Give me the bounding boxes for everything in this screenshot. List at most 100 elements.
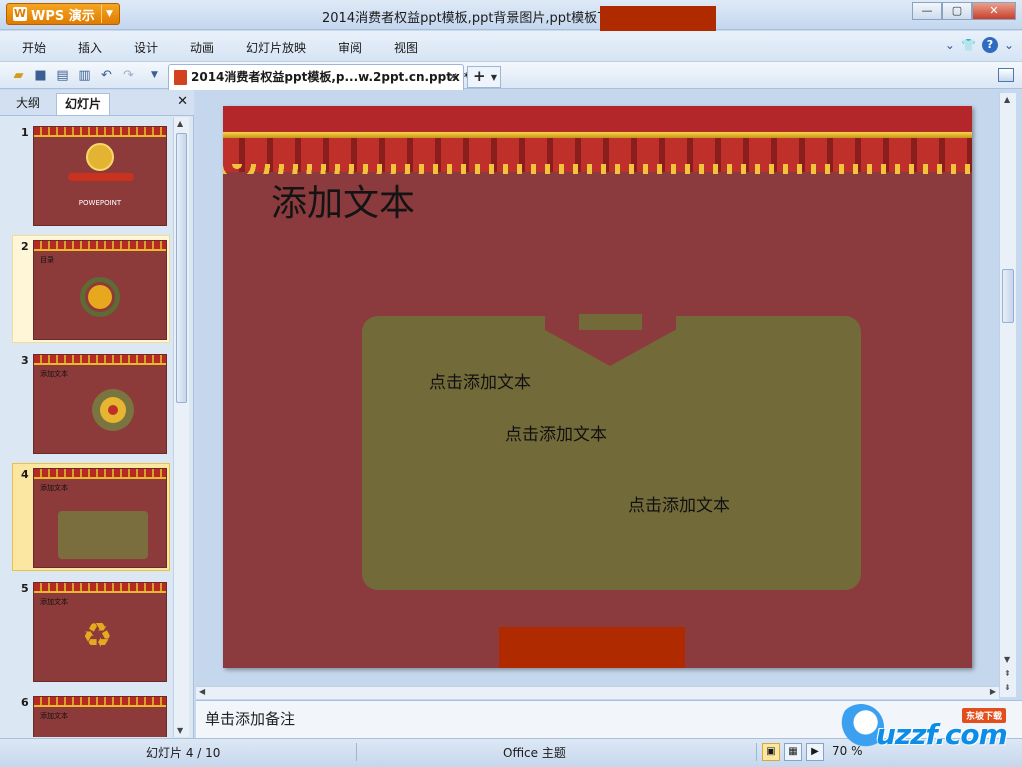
tab-slides[interactable]: 幻灯片	[56, 93, 111, 115]
watermark-tag: 东坡下载	[962, 708, 1007, 723]
menu-slideshow[interactable]: 幻灯片放映	[246, 39, 306, 56]
vertical-scrollbar[interactable]: ▲ ▼ ⇞ ⇟	[999, 93, 1016, 697]
tab-outline[interactable]: 大纲	[8, 93, 48, 115]
scrollbar-thumb[interactable]	[176, 133, 187, 403]
slide-thumbnail-5[interactable]: 5 添加文本 ♻	[12, 577, 170, 685]
help-icon[interactable]: ?	[981, 37, 998, 53]
divider	[756, 743, 757, 761]
thumb-title: 目录	[40, 256, 54, 264]
wps-app-menu-button[interactable]: W WPS 演示 ▼	[6, 3, 120, 25]
menu-insert[interactable]: 插入	[78, 39, 102, 56]
recycle-icon: ♻	[82, 616, 113, 656]
redacted-block	[499, 627, 685, 668]
chevron-down-icon[interactable]: ⌄	[945, 38, 955, 52]
chevron-down-icon[interactable]: ▼	[146, 67, 163, 84]
slide-number: 6	[21, 696, 29, 709]
skin-shirt-icon[interactable]: 👕	[961, 38, 976, 52]
normal-view-icon[interactable]: ▣	[762, 743, 780, 761]
slide-preview: 添加文本	[33, 468, 167, 568]
menu-right-controls: ⌄ 👕 ? ⌄	[945, 37, 1014, 53]
print-preview-icon[interactable]: ▥	[76, 67, 93, 84]
text-placeholder-3[interactable]: 点击添加文本	[628, 491, 730, 516]
scroll-right-icon[interactable]: ▶	[990, 687, 996, 696]
slide-thumbnail-1[interactable]: 1 POWEPOINT	[12, 121, 170, 229]
title-bar: W WPS 演示 ▼ 2014消费者权益ppt模板,ppt背景图片,ppt模板下…	[0, 0, 1022, 32]
app-name: WPS 演示	[31, 8, 95, 24]
text-placeholder-1[interactable]: 点击添加文本	[429, 368, 531, 393]
horizontal-scrollbar[interactable]: ◀ ▶	[196, 686, 999, 699]
scroll-down-icon[interactable]: ▼	[177, 726, 183, 735]
slide-preview: 添加文本	[33, 354, 167, 454]
panel-tabs: 大纲 幻灯片 ✕	[0, 90, 194, 116]
thumb-title: 添加文本	[40, 484, 68, 492]
quick-access-toolbar: ▰ ■ ▤ ▥ ↶ ↷ ▼ 2014消费者权益ppt模板,p...w.2ppt.…	[0, 61, 1022, 90]
window-title: 2014消费者权益ppt模板,ppt背景图片,ppt模板下载-	[322, 11, 628, 26]
thumbnail-scrollbar[interactable]: ▲ ▼	[173, 117, 189, 737]
previous-slide-icon[interactable]: ⇞	[1004, 669, 1011, 678]
close-panel-icon[interactable]: ✕	[177, 94, 188, 109]
document-tab-label: 2014消费者权益ppt模板,p...w.2ppt.cn.pptx *	[191, 70, 471, 84]
divider	[356, 743, 357, 761]
redacted-block	[600, 6, 716, 32]
save-icon[interactable]: ■	[32, 67, 49, 84]
slide-preview: 添加文本 ♻	[33, 582, 167, 682]
window-controls: — ▢ ✕	[912, 2, 1016, 20]
text-placeholder-2[interactable]: 点击添加文本	[505, 420, 607, 445]
arrow-stem	[579, 314, 642, 330]
uzzf-watermark-logo: uzzf.com 东坡下载	[838, 704, 1018, 756]
slideshow-view-icon[interactable]: ▶	[806, 743, 824, 761]
slide-preview: 目录	[33, 240, 167, 340]
next-slide-icon[interactable]: ⇟	[1004, 683, 1011, 692]
chevron-down-icon: ▼	[490, 73, 497, 82]
close-button[interactable]: ✕	[972, 2, 1016, 20]
open-folder-icon[interactable]: ▰	[10, 67, 27, 84]
slide-sorter-view-icon[interactable]: ▦	[784, 743, 802, 761]
thumb-title: 添加文本	[40, 712, 68, 720]
print-icon[interactable]: ▤	[54, 67, 71, 84]
notes-placeholder[interactable]: 单击添加备注	[205, 708, 295, 729]
arrow-notch-right	[642, 314, 676, 330]
slide-position: 幻灯片 4 / 10	[146, 746, 221, 760]
slide-thumbnail-list: 1 POWEPOINT 2 目录 3 添加文本 4 添加文本 5 添加文本 ♻ …	[0, 117, 172, 737]
thumb-title: 添加文本	[40, 598, 68, 606]
menu-animation[interactable]: 动画	[190, 39, 214, 56]
slide-number: 5	[21, 582, 29, 595]
scroll-up-icon[interactable]: ▲	[177, 119, 183, 128]
document-tab[interactable]: 2014消费者权益ppt模板,p...w.2ppt.cn.pptx * ✕	[168, 64, 470, 90]
slide-preview: POWEPOINT	[33, 126, 167, 226]
chevron-down-icon: ▼	[101, 5, 117, 23]
slide-thumbnail-4[interactable]: 4 添加文本	[12, 463, 170, 571]
maximize-button[interactable]: ▢	[942, 2, 972, 20]
scrollbar-thumb[interactable]	[1002, 269, 1014, 323]
menu-bar: 开始 插入 设计 动画 幻灯片放映 审阅 视图 ⌄ 👕 ? ⌄	[0, 31, 1022, 61]
menu-review[interactable]: 审阅	[338, 39, 362, 56]
menu-view[interactable]: 视图	[394, 39, 418, 56]
pptx-file-icon	[174, 70, 187, 85]
minimize-button[interactable]: —	[912, 2, 942, 20]
close-tab-icon[interactable]: ✕	[448, 65, 458, 89]
curtain-top-band	[223, 106, 972, 132]
arrow-notch-left	[545, 314, 579, 330]
menu-home[interactable]: 开始	[22, 39, 46, 56]
thumb-title: 添加文本	[40, 370, 68, 378]
redo-icon[interactable]: ↷	[120, 67, 137, 84]
down-arrow-shape	[545, 330, 675, 366]
curtain-scallop-trim	[223, 164, 972, 174]
slides-panel: 大纲 幻灯片 ✕ 1 POWEPOINT 2 目录 3 添加文本 4 添加文本 …	[0, 90, 194, 738]
slide-thumbnail-3[interactable]: 3 添加文本	[12, 349, 170, 457]
scroll-up-icon[interactable]: ▲	[1004, 95, 1010, 104]
current-slide[interactable]: 添加文本 点击添加文本 点击添加文本 点击添加文本	[223, 106, 972, 668]
slide-thumbnail-6[interactable]: 6 添加文本	[12, 691, 170, 737]
slide-thumbnail-2[interactable]: 2 目录	[12, 235, 170, 343]
undo-icon[interactable]: ↶	[98, 67, 115, 84]
thumb-caption: POWEPOINT	[78, 199, 122, 207]
slide-preview: 添加文本	[33, 696, 167, 737]
chevron-down-icon[interactable]: ⌄	[1004, 38, 1014, 52]
menu-design[interactable]: 设计	[134, 39, 158, 56]
scroll-down-icon[interactable]: ▼	[1004, 655, 1010, 664]
new-tab-button[interactable]: + ▼	[467, 66, 501, 88]
theme-name[interactable]: Office 主题	[503, 744, 566, 761]
slide-title[interactable]: 添加文本	[271, 174, 415, 226]
window-layout-icon[interactable]	[998, 68, 1014, 82]
scroll-left-icon[interactable]: ◀	[199, 687, 205, 696]
